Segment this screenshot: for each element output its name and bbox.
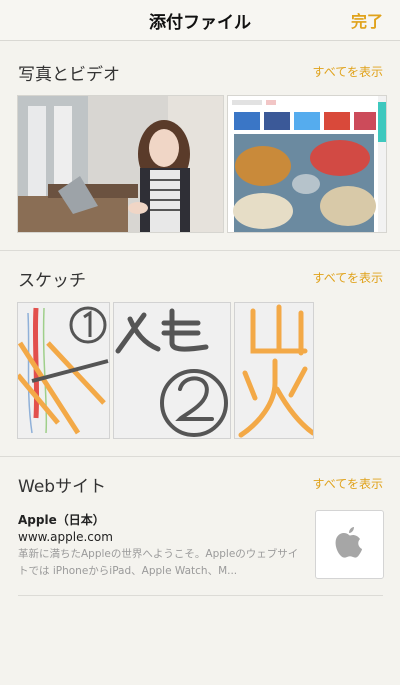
photos-section-title: 写真とビデオ bbox=[18, 65, 120, 85]
portrait-photo-icon bbox=[18, 96, 223, 232]
website-url: www.apple.com bbox=[18, 530, 113, 544]
photos-show-all-link[interactable]: すべてを表示 bbox=[313, 63, 383, 80]
sketch-drawing-icon bbox=[18, 306, 109, 435]
sketch-kanji-icon bbox=[238, 304, 313, 438]
photo-thumbnail-webpage[interactable] bbox=[227, 95, 387, 233]
page-title: 添付ファイル bbox=[149, 13, 251, 33]
website-thumbnail bbox=[315, 510, 384, 579]
list-divider bbox=[18, 595, 383, 596]
sketches-show-all-link[interactable]: すべてを表示 bbox=[313, 269, 383, 286]
section-divider bbox=[0, 250, 400, 251]
website-title: Apple（日本） bbox=[18, 513, 105, 527]
sketch-thumbnail-2[interactable] bbox=[113, 302, 231, 439]
sketch-memo-icon bbox=[115, 308, 228, 437]
photo-thumbnail-portrait[interactable] bbox=[17, 95, 224, 233]
sketch-thumbnail-3[interactable] bbox=[234, 302, 314, 439]
webpage-screenshot-icon bbox=[228, 96, 386, 232]
navigation-bar: 添付ファイル 完了 bbox=[0, 0, 400, 41]
websites-show-all-link[interactable]: すべてを表示 bbox=[313, 475, 383, 492]
websites-section-title: Webサイト bbox=[18, 477, 107, 497]
sketches-section-title: スケッチ bbox=[18, 271, 86, 291]
website-description: 革新に満ちたAppleの世界へようこそ。Appleのウェブサイトでは iPhon… bbox=[18, 548, 299, 577]
apple-logo-icon bbox=[335, 527, 362, 558]
section-divider bbox=[0, 456, 400, 457]
sketch-thumbnail-1[interactable] bbox=[17, 302, 110, 439]
done-button[interactable]: 完了 bbox=[351, 8, 383, 32]
